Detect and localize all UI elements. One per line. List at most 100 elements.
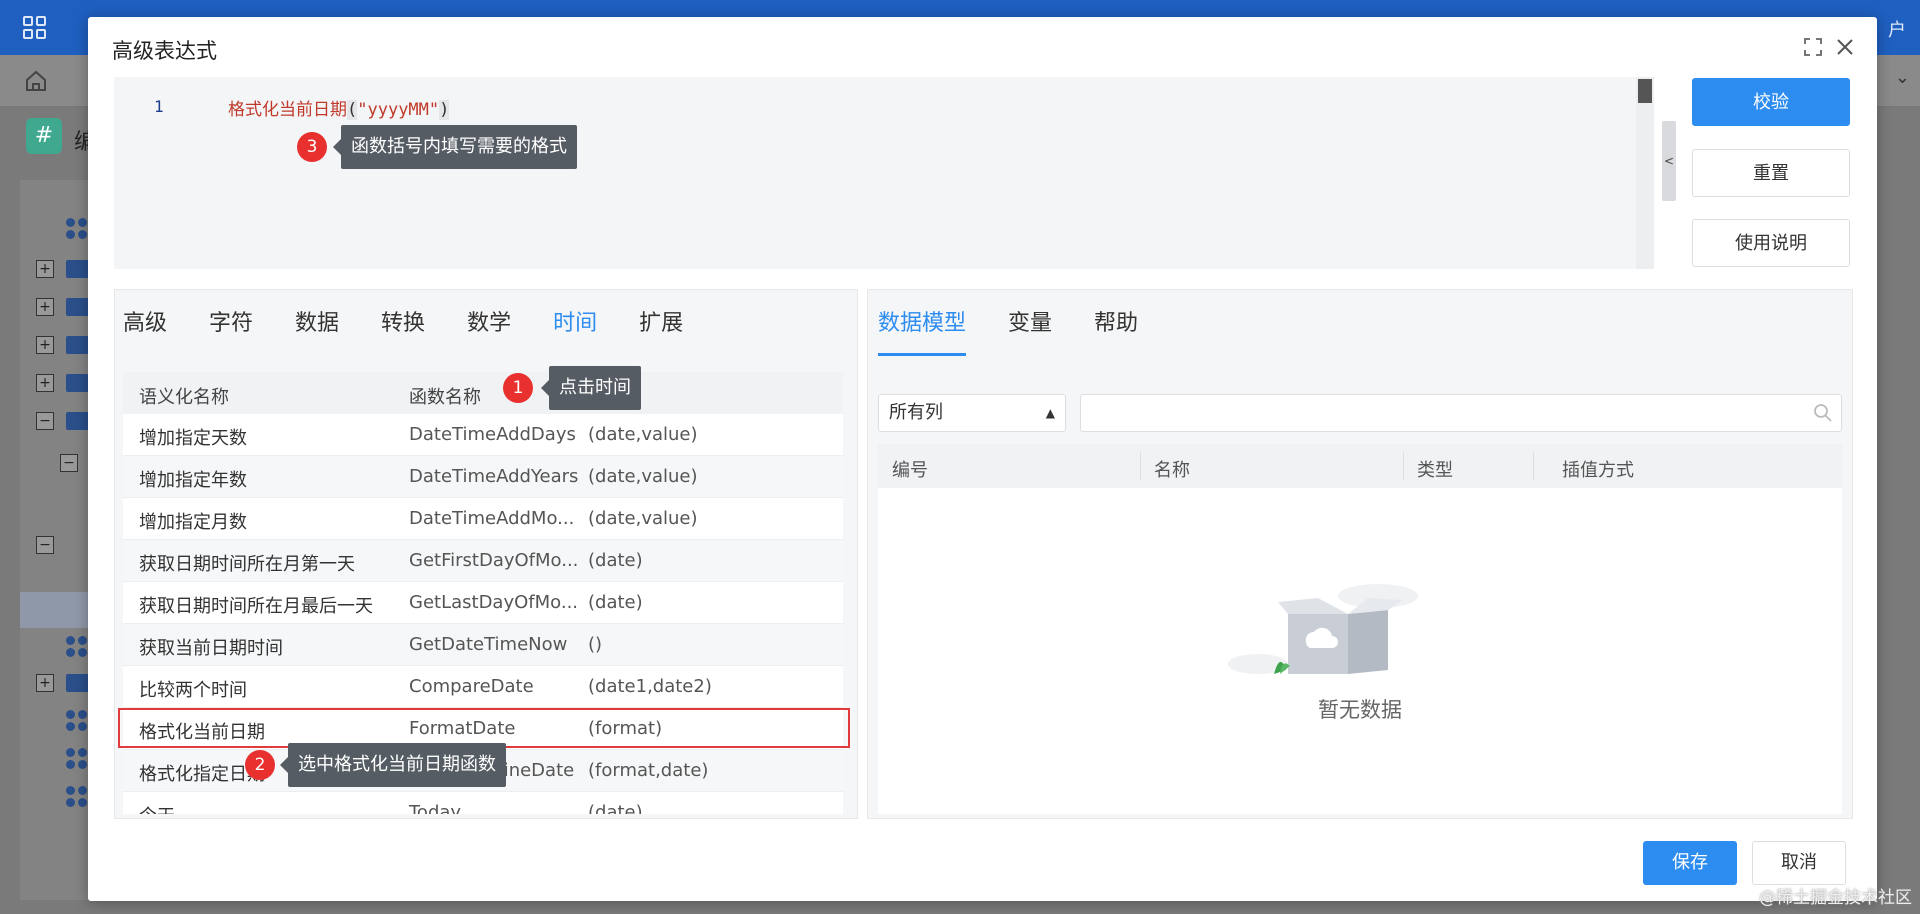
table-row[interactable]: 增加指定年数 DateTimeAddYears (date,value) (123, 456, 843, 498)
module-icon (66, 748, 88, 770)
tree-item[interactable]: − (20, 530, 90, 560)
cell-semantic: 比较两个时间 (139, 680, 247, 701)
tab-extension[interactable]: 扩展 (639, 290, 683, 360)
table-row[interactable]: 获取当前日期时间 GetDateTimeNow () (123, 624, 843, 666)
tab-math[interactable]: 数学 (467, 290, 511, 360)
code-line[interactable]: 格式化当前日期("yyyyMM") (228, 95, 450, 120)
tab-data[interactable]: 数据 (295, 290, 339, 360)
tree-item[interactable] (20, 632, 90, 662)
tree-item[interactable]: + (20, 368, 90, 398)
cell-params: (date) (588, 802, 643, 814)
tree-item[interactable]: + (20, 668, 90, 698)
home-icon[interactable] (24, 69, 48, 93)
tree-item-selected[interactable] (20, 592, 90, 628)
collapse-panel-button[interactable]: < (1662, 121, 1676, 201)
cell-semantic: 增加指定年数 (139, 470, 247, 491)
editor-scrollbar[interactable] (1636, 77, 1654, 269)
cell-params: (date,value) (588, 424, 698, 445)
expand-icon[interactable]: + (36, 374, 54, 392)
model-table-body: 暂无数据 (878, 488, 1842, 814)
column-divider (1403, 452, 1404, 480)
tab-string[interactable]: 字符 (209, 290, 253, 360)
cell-function: Today (409, 802, 462, 814)
expand-icon[interactable]: + (36, 260, 54, 278)
tree-item[interactable]: + (20, 330, 90, 360)
cell-function: DateTimeAddYears (409, 466, 579, 487)
header-function-name: 函数名称 (409, 387, 481, 408)
tab-variables[interactable]: 变量 (1008, 290, 1052, 356)
header-semantic-name: 语义化名称 (139, 387, 229, 408)
table-row[interactable]: 比较两个时间 CompareDate (date1,date2) (123, 666, 843, 708)
cell-semantic: 增加指定月数 (139, 512, 247, 533)
line-number: 1 (154, 97, 164, 116)
cell-semantic: 获取当前日期时间 (139, 638, 283, 659)
user-label[interactable]: 户 (1888, 16, 1906, 42)
collapse-icon[interactable]: − (36, 412, 54, 430)
tree-item[interactable] (20, 782, 90, 812)
table-row[interactable]: 获取日期时间所在月第一天 GetFirstDayOfMo... (date) (123, 540, 843, 582)
selected-row-highlight (118, 708, 850, 748)
tree-item[interactable] (20, 214, 90, 244)
tab-convert[interactable]: 转换 (381, 290, 425, 360)
column-divider (1140, 452, 1141, 480)
cancel-button[interactable]: 取消 (1752, 841, 1846, 885)
table-row[interactable]: 今天 Today (date) (123, 792, 843, 814)
search-icon[interactable] (1813, 403, 1833, 423)
background-tree: + + + + − − − + (20, 180, 90, 900)
header-type: 类型 (1417, 460, 1453, 481)
tab-time[interactable]: 时间 (553, 290, 597, 360)
function-tabs: 高级 字符 数据 转换 数学 时间 扩展 (123, 290, 725, 360)
table-row[interactable]: 获取日期时间所在月最后一天 GetLastDayOfMo... (date) (123, 582, 843, 624)
annotation-badge-2: 2 (245, 750, 275, 780)
module-icon (66, 710, 88, 732)
tree-item[interactable] (20, 744, 90, 774)
page-logo-icon: # (26, 118, 62, 154)
close-icon[interactable] (1833, 35, 1857, 59)
cell-params: (date) (588, 550, 643, 571)
scrollbar-thumb[interactable] (1638, 79, 1652, 103)
tab-data-model[interactable]: 数据模型 (878, 290, 967, 356)
cell-params: (date,value) (588, 466, 698, 487)
tree-item[interactable] (20, 706, 90, 736)
tree-item[interactable]: − (20, 406, 90, 436)
tree-item[interactable]: + (20, 292, 90, 322)
table-row[interactable]: 增加指定月数 DateTimeAddMo... (date,value) (123, 498, 843, 540)
tab-advanced[interactable]: 高级 (123, 290, 167, 360)
cell-params: (format,date) (588, 760, 709, 781)
app-grid-icon[interactable] (22, 15, 48, 41)
cell-semantic: 获取日期时间所在月最后一天 (139, 596, 373, 617)
expand-icon[interactable]: + (36, 336, 54, 354)
expand-icon[interactable]: + (36, 298, 54, 316)
column-filter-select[interactable]: 所有列 ▲▼ (878, 394, 1066, 456)
folder-icon (66, 374, 90, 392)
code-function: 格式化当前日期 (228, 100, 347, 120)
search-input[interactable] (1080, 394, 1842, 432)
collapse-icon[interactable]: − (36, 536, 54, 554)
tab-help[interactable]: 帮助 (1094, 290, 1138, 356)
annotation-badge-1: 1 (503, 373, 533, 403)
tree-item[interactable]: + (20, 254, 90, 284)
table-row[interactable]: 增加指定天数 DateTimeAddDays (date,value) (123, 414, 843, 456)
cell-params: (date1,date2) (588, 676, 712, 697)
cell-function: DateTimeAddMo... (409, 508, 575, 529)
validate-button[interactable]: 校验 (1692, 78, 1850, 126)
save-button[interactable]: 保存 (1643, 841, 1737, 885)
empty-box-icon (1228, 584, 1418, 674)
annotation-tooltip-3: 函数括号内填写需要的格式 (333, 125, 577, 169)
chevron-down-icon[interactable]: ⌄ (1895, 67, 1910, 88)
cell-function: GetFirstDayOfMo... (409, 550, 579, 571)
module-icon (66, 786, 88, 808)
folder-icon (66, 298, 90, 316)
cell-function: GetLastDayOfMo... (409, 592, 579, 613)
expand-icon[interactable] (1801, 35, 1825, 59)
usage-help-button[interactable]: 使用说明 (1692, 219, 1850, 267)
reset-button[interactable]: 重置 (1692, 149, 1850, 197)
code-editor[interactable]: 1 格式化当前日期("yyyyMM") (114, 77, 1654, 269)
collapse-icon[interactable]: − (60, 454, 78, 472)
expand-icon[interactable]: + (36, 674, 54, 692)
folder-icon (66, 674, 90, 692)
function-table-header: 语义化名称 函数名称 参数 (123, 372, 843, 414)
tree-item[interactable]: − (20, 448, 90, 478)
annotation-tooltip-1: 点击时间 (541, 366, 641, 410)
cell-semantic: 增加指定天数 (139, 428, 247, 449)
